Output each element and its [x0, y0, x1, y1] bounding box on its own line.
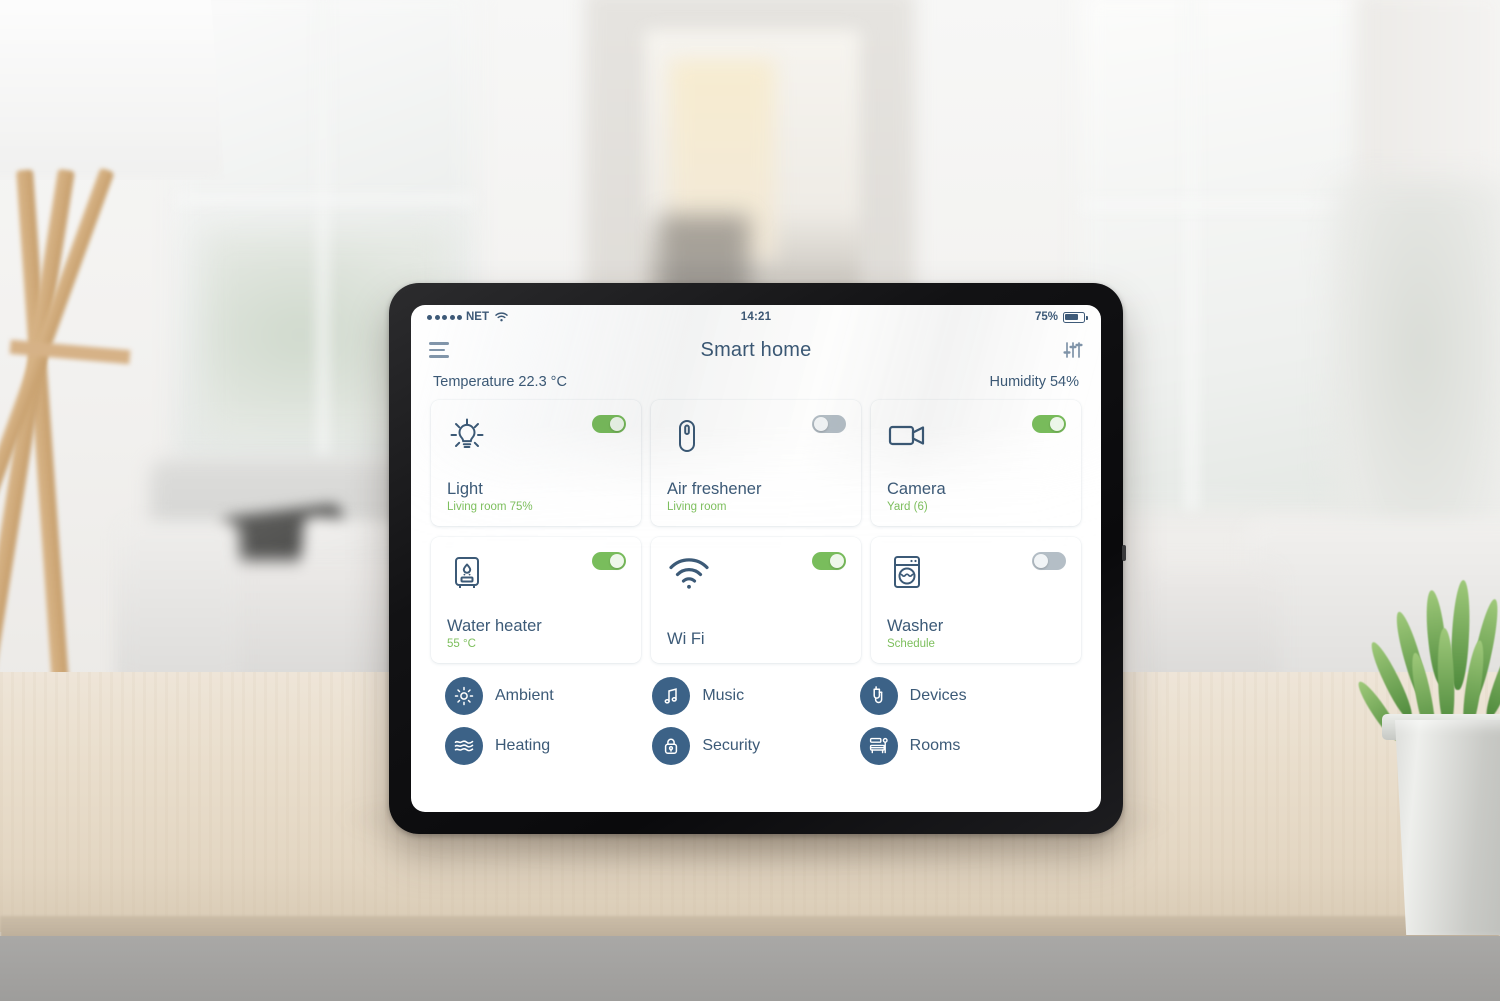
- device-subtitle: Yard (6): [887, 501, 928, 514]
- temperature-reading: Temperature 22.3 °C: [433, 374, 567, 390]
- device-title: Wi Fi: [667, 629, 705, 648]
- device-subtitle: Schedule: [887, 638, 935, 651]
- menu-item-label: Heating: [495, 737, 551, 754]
- status-bar: NET 14:21 75%: [411, 305, 1101, 329]
- menu-item-rooms[interactable]: Rooms: [859, 727, 1067, 765]
- device-card-washer[interactable]: Washer Schedule: [871, 537, 1081, 663]
- device-card-light-text: Light Living room 75%: [447, 480, 625, 514]
- page-title: Smart home: [700, 338, 812, 361]
- music-note-icon: [652, 677, 691, 715]
- left-window-mullion-horizontal: [175, 195, 475, 204]
- menu-item-label: Security: [702, 737, 761, 754]
- device-card-wifi-text: Wi Fi: [667, 630, 845, 651]
- device-subtitle: Living room 75%: [447, 501, 533, 514]
- app-header: Smart home: [411, 329, 1101, 371]
- menu-item-label: Ambient: [495, 687, 554, 704]
- device-card-air-freshener-text: Air freshener Living room: [667, 480, 845, 514]
- furniture-icon: [859, 727, 898, 765]
- menu-item-music[interactable]: Music: [652, 677, 859, 715]
- device-title: Air freshener: [667, 479, 762, 498]
- toggle-washer[interactable]: [1032, 552, 1066, 570]
- device-title: Camera: [887, 479, 946, 498]
- quick-actions-menu: Ambient Music Devices Heating Security R…: [411, 663, 1101, 765]
- menu-item-devices[interactable]: Devices: [859, 677, 1067, 715]
- menu-item-label: Music: [702, 687, 745, 704]
- floor: [0, 936, 1500, 1001]
- device-card-washer-text: Washer Schedule: [887, 617, 1065, 651]
- toggle-wifi[interactable]: [812, 552, 846, 570]
- device-title: Washer: [887, 616, 944, 635]
- device-title: Light: [447, 479, 483, 498]
- floor-lamp-shade: [0, 0, 225, 180]
- menu-item-security[interactable]: Security: [652, 727, 859, 765]
- tablet-device: NET 14:21 75% Smart home Temperature 22.…: [389, 283, 1126, 834]
- tablet-screen: NET 14:21 75% Smart home Temperature 22.…: [411, 305, 1101, 812]
- device-card-light[interactable]: Light Living room 75%: [431, 400, 641, 526]
- toggle-water-heater[interactable]: [592, 552, 626, 570]
- left-window-mullion-vertical: [318, 0, 328, 460]
- plug-icon: [859, 677, 898, 715]
- status-bar-right: 75%: [1034, 311, 1088, 323]
- battery-percent-label: 75%: [1034, 311, 1058, 323]
- menu-item-label: Rooms: [909, 737, 961, 754]
- toggle-light[interactable]: [592, 415, 626, 433]
- device-title: Water heater: [447, 616, 542, 635]
- lock-icon: [652, 727, 691, 765]
- waves-icon: [445, 727, 483, 765]
- device-subtitle: 55 °C: [447, 638, 476, 651]
- battery-icon: [1063, 311, 1088, 323]
- device-cards-grid: Light Living room 75% Air freshener Livi…: [411, 390, 1101, 663]
- tablet-power-button[interactable]: [1122, 545, 1126, 561]
- toggle-air-freshener[interactable]: [812, 415, 846, 433]
- sliders-icon[interactable]: [1063, 340, 1083, 360]
- device-card-air-freshener[interactable]: Air freshener Living room: [651, 400, 861, 526]
- menu-item-label: Devices: [909, 687, 967, 704]
- plant-pot: [1395, 720, 1500, 935]
- status-bar-clock: 14:21: [740, 311, 772, 323]
- device-card-camera[interactable]: Camera Yard (6): [871, 400, 1081, 526]
- device-card-water-heater-text: Water heater 55 °C: [447, 617, 625, 651]
- device-subtitle: Living room: [667, 501, 727, 514]
- right-window-mullion-vertical: [1186, 0, 1197, 510]
- menu-item-heating[interactable]: Heating: [445, 727, 652, 765]
- sofa-armrest: [120, 520, 240, 690]
- device-card-wifi[interactable]: Wi Fi: [651, 537, 861, 663]
- device-card-water-heater[interactable]: Water heater 55 °C: [431, 537, 641, 663]
- toggle-camera[interactable]: [1032, 415, 1066, 433]
- sun-icon: [445, 677, 483, 715]
- room-scene-photo: NET 14:21 75% Smart home Temperature 22.…: [0, 0, 1500, 1001]
- sensor-readings-row: Temperature 22.3 °C Humidity 54%: [411, 371, 1101, 390]
- device-card-camera-text: Camera Yard (6): [887, 480, 1065, 514]
- humidity-reading: Humidity 54%: [989, 374, 1079, 390]
- menu-item-ambient[interactable]: Ambient: [445, 677, 652, 715]
